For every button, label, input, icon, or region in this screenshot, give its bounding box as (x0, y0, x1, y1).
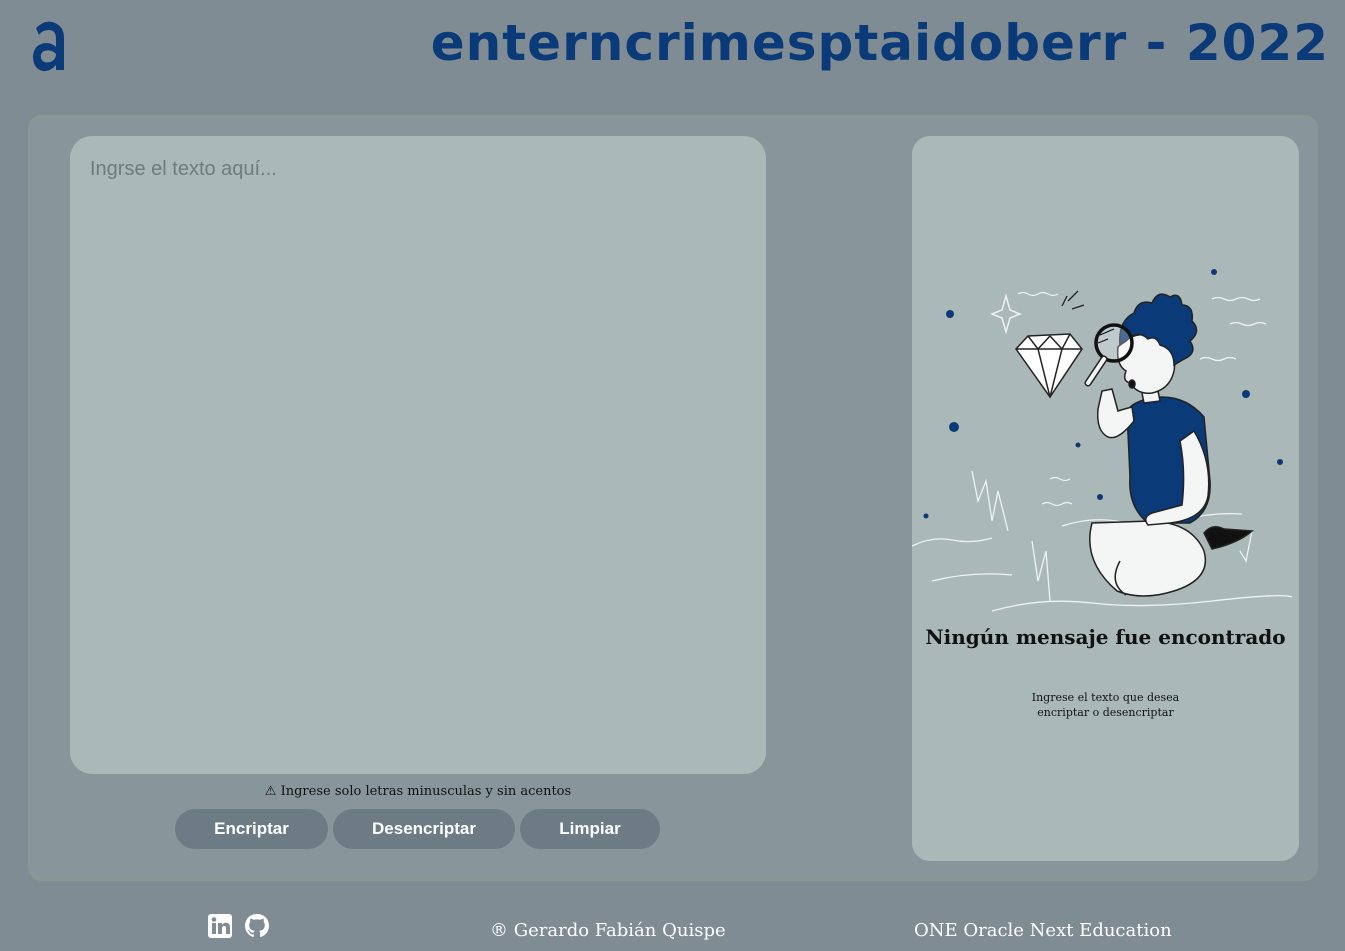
main-container: ⚠ Ingrese solo letras minusculas y sin a… (28, 115, 1318, 881)
header: enterncrimesptaidoberr - 2022 (0, 0, 1345, 100)
linkedin-icon[interactable] (207, 913, 233, 939)
clear-button[interactable]: Limpiar (520, 809, 660, 849)
empty-state-title: Ningún mensaje fue encontrado (925, 625, 1286, 649)
message-input[interactable] (70, 136, 766, 774)
encrypt-button[interactable]: Encriptar (175, 809, 328, 849)
program-name: ONE Oracle Next Education (914, 920, 1172, 941)
alura-logo-icon[interactable] (30, 18, 70, 76)
person-with-magnifying-glass-illustration (912, 269, 1293, 612)
output-panel: Ningún mensaje fue encontrado Ingrese el… (912, 136, 1299, 861)
github-icon[interactable] (244, 913, 270, 939)
decrypt-button[interactable]: Desencriptar (333, 809, 515, 849)
footer: ® Gerardo Fabián Quispe ONE Oracle Next … (0, 900, 1345, 951)
author-credit: ® Gerardo Fabián Quispe (490, 920, 726, 941)
page-title: enterncrimesptaidoberr - 2022 (430, 14, 1329, 72)
input-hint: ⚠ Ingrese solo letras minusculas y sin a… (70, 784, 766, 799)
warning-icon: ⚠ (264, 784, 277, 799)
empty-state-subtitle: Ingrese el texto que desea encriptar o d… (1031, 691, 1180, 719)
input-hint-text: Ingrese solo letras minusculas y sin ace… (280, 784, 572, 799)
